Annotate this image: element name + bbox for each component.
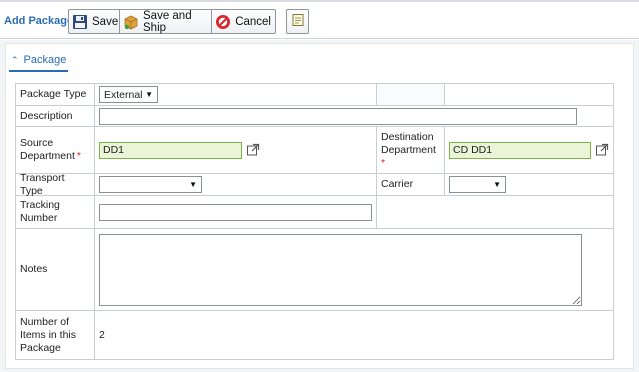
- source-department-label-text: Source Department *: [20, 137, 90, 163]
- cancel-button-label: Cancel: [235, 15, 271, 28]
- content-area: ⌃ Package Package Type External ▼ Descri…: [0, 40, 639, 372]
- chevron-down-icon: ▼: [493, 180, 501, 189]
- cancel-icon: [215, 14, 231, 30]
- item-count-label: Number of Items in this Package: [16, 311, 95, 359]
- external-link-icon[interactable]: [246, 143, 260, 157]
- save-and-ship-button[interactable]: Save and Ship: [120, 9, 213, 34]
- chevron-up-icon: ⌃: [11, 55, 19, 65]
- package-ship-icon: [123, 14, 139, 30]
- chevron-down-icon: ▼: [145, 90, 153, 99]
- save-button[interactable]: Save: [69, 10, 120, 33]
- empty-cell: [377, 84, 445, 106]
- section-title: Package: [23, 54, 67, 66]
- page-title: Add Package: [4, 15, 74, 27]
- source-department-cell: DD1: [95, 127, 377, 174]
- destination-department-label-value: Destination Department: [381, 130, 436, 156]
- destination-department-input[interactable]: CD DD1: [449, 141, 591, 159]
- description-cell: [95, 106, 613, 127]
- notes-button[interactable]: [286, 9, 309, 34]
- carrier-cell: ▼: [445, 174, 613, 196]
- description-label: Description: [16, 106, 95, 127]
- tracking-number-label-text: Tracking Number: [20, 199, 60, 224]
- empty-cell: [445, 84, 613, 106]
- carrier-select[interactable]: ▼: [449, 176, 506, 193]
- destination-department-cell: CD DD1: [445, 127, 613, 174]
- toolbar: Add Package Save Save and Ship Cancel: [0, 0, 639, 39]
- item-count-value: 2: [99, 329, 105, 341]
- floppy-disk-icon: [72, 14, 88, 30]
- transport-type-cell: ▼: [95, 174, 377, 196]
- description-label-text: Description: [20, 109, 73, 122]
- chevron-down-icon: ▼: [189, 180, 197, 189]
- package-type-label-text: Package Type: [20, 88, 87, 100]
- item-count-cell: 2: [95, 311, 613, 359]
- notepad-icon: [291, 13, 305, 30]
- package-type-select[interactable]: External ▼: [99, 86, 158, 103]
- destination-department-label: Destination Department *: [377, 127, 445, 174]
- empty-cell: [377, 196, 613, 229]
- carrier-label-text: Carrier: [381, 178, 414, 190]
- package-type-value: External: [104, 88, 143, 101]
- notes-textarea[interactable]: [99, 233, 582, 306]
- required-marker: *: [381, 156, 386, 169]
- package-type-cell: External ▼: [95, 84, 377, 106]
- source-department-label-value: Source Department: [20, 137, 75, 162]
- action-button-group: Save Save and Ship Cancel: [68, 9, 276, 34]
- save-and-ship-label: Save and Ship: [143, 9, 192, 34]
- package-form: Package Type External ▼ Description Sour…: [15, 83, 614, 360]
- carrier-label: Carrier: [377, 174, 445, 196]
- notes-label-text: Notes: [20, 263, 48, 275]
- description-input[interactable]: [99, 107, 577, 125]
- source-department-input[interactable]: DD1: [99, 141, 242, 159]
- tracking-number-label: Tracking Number: [16, 196, 95, 229]
- save-button-label: Save: [92, 15, 119, 28]
- transport-type-label-text: Transport Type: [20, 171, 65, 197]
- external-link-icon[interactable]: [595, 143, 609, 157]
- notes-label: Notes: [16, 229, 95, 311]
- tracking-number-cell: [95, 196, 377, 229]
- item-count-label-text: Number of Items in this Package: [20, 315, 77, 354]
- cancel-button[interactable]: Cancel: [212, 10, 275, 33]
- package-type-label: Package Type: [16, 84, 95, 106]
- package-panel: ⌃ Package Package Type External ▼ Descri…: [5, 43, 634, 369]
- transport-type-label: Transport Type: [16, 171, 95, 197]
- tracking-number-input[interactable]: [99, 203, 372, 221]
- destination-department-label-text: Destination Department *: [381, 131, 440, 170]
- source-department-label: Source Department *: [16, 127, 95, 174]
- notes-cell: [95, 229, 613, 311]
- transport-type-select[interactable]: ▼: [99, 176, 202, 193]
- required-marker: *: [76, 150, 81, 162]
- section-header-package[interactable]: ⌃ Package: [9, 50, 69, 72]
